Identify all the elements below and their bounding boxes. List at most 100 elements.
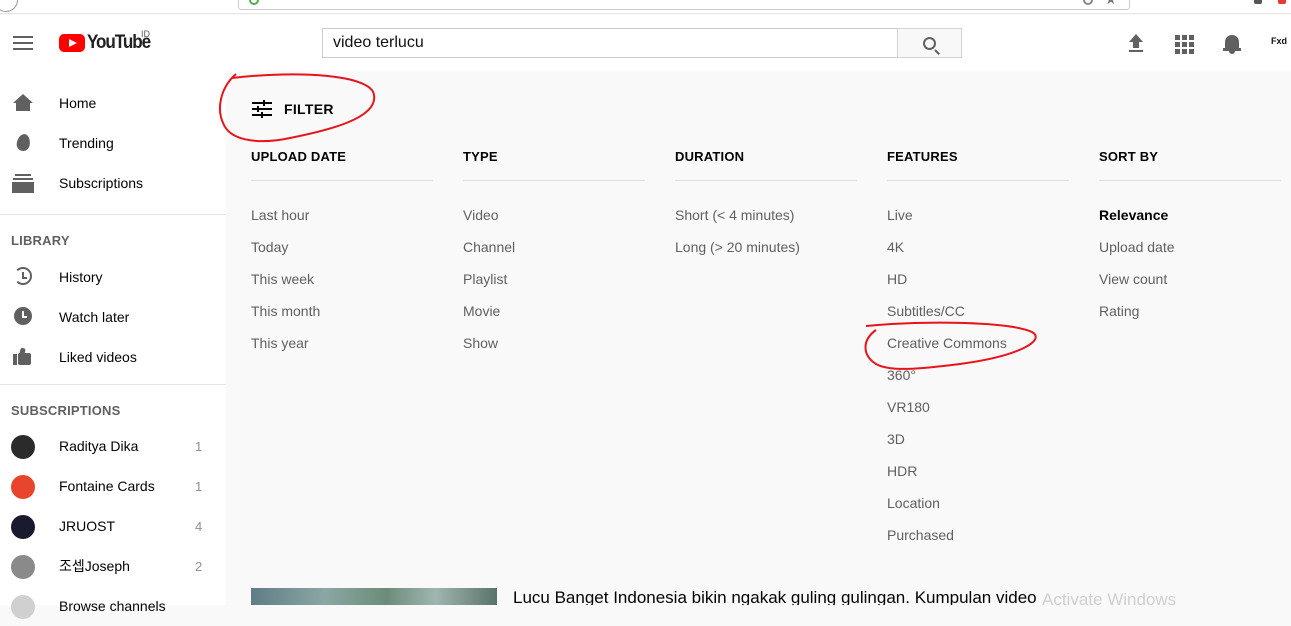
sidebar-item-label: Trending [59, 135, 114, 151]
tune-icon [252, 100, 272, 118]
subscription-count: 1 [195, 438, 203, 454]
subscriptions-header: SUBSCRIPTIONS [11, 403, 121, 418]
search-input[interactable]: video terlucu [322, 28, 898, 58]
apps-grid-icon[interactable] [1172, 32, 1196, 56]
secure-icon [249, 0, 259, 5]
country-code: ID [141, 29, 150, 39]
filter-button[interactable]: FILTER [252, 95, 334, 123]
filter-column-sort-by: SORT BY Relevance Upload date View count Rat… [1099, 149, 1281, 327]
subscription-jruost[interactable]: JRUOST 4 [0, 506, 226, 546]
result-thumbnail[interactable] [251, 588, 497, 605]
filter-option[interactable]: HDR [887, 455, 1069, 487]
result-title[interactable]: Lucu Banget Indonesia bikin ngakak gulin… [513, 588, 1037, 605]
filter-option[interactable]: View count [1099, 263, 1281, 295]
sidebar-item-label: Subscriptions [59, 175, 144, 191]
filter-option[interactable]: Live [887, 199, 1069, 231]
browser-zoom-icon[interactable] [1083, 0, 1093, 5]
filter-option[interactable]: Last hour [251, 199, 433, 231]
subscriptions-icon [12, 173, 34, 193]
channel-avatar [11, 555, 35, 579]
sidebar-item-label: Home [59, 95, 97, 111]
sidebar-item-watch-later[interactable]: Watch later [0, 297, 226, 337]
subscription-fontaine-cards[interactable]: Fontaine Cards 1 [0, 466, 226, 506]
filter-option[interactable]: Purchased [887, 519, 1069, 551]
subscription-label: Raditya Dika [59, 438, 139, 454]
search-icon [923, 36, 936, 50]
browser-back-icon[interactable] [0, 0, 18, 12]
hamburger-menu-icon[interactable] [13, 36, 33, 50]
filter-column-header: TYPE [463, 149, 645, 181]
browser-star-icon[interactable]: ★ [1104, 0, 1117, 6]
filter-option[interactable]: Short (< 4 minutes) [675, 199, 857, 231]
search-results-main: FILTER UPLOAD DATE Last hour Today This wee… [226, 71, 1291, 605]
subscription-raditya-dika[interactable]: Raditya Dika 1 [0, 426, 226, 466]
sidebar-item-label: Liked videos [59, 349, 137, 365]
channel-avatar [11, 515, 35, 539]
sidebar-item-liked-videos[interactable]: Liked videos [0, 337, 226, 377]
sidebar-item-trending[interactable]: Trending [0, 123, 226, 163]
filter-option[interactable]: Long (> 20 minutes) [675, 231, 857, 263]
masthead: YouTube ID video terlucu Fxd [0, 15, 1291, 71]
youtube-logo[interactable]: YouTube ID [59, 29, 157, 54]
sidebar-divider [0, 384, 226, 385]
filter-option[interactable]: VR180 [887, 391, 1069, 423]
browser-extension-icon[interactable] [1254, 0, 1262, 4]
subscription-label: JRUOST [59, 518, 115, 534]
browse-channels-icon [11, 595, 35, 619]
subscription-count: 4 [195, 518, 203, 534]
subscription-joseph[interactable]: 조셉Joseph 2 [0, 546, 226, 586]
filter-option[interactable]: Subtitles/CC [887, 295, 1069, 327]
subscription-label: 조셉Joseph [59, 558, 130, 574]
fire-icon [15, 133, 37, 153]
filter-option[interactable]: Playlist [463, 263, 645, 295]
filter-option[interactable]: Rating [1099, 295, 1281, 327]
account-avatar[interactable]: Fxd [1271, 36, 1287, 46]
filter-option[interactable]: Channel [463, 231, 645, 263]
filter-option[interactable]: Show [463, 327, 645, 359]
search-button[interactable] [897, 28, 962, 58]
thumbs-up-icon [12, 347, 34, 367]
filter-column-header: UPLOAD DATE [251, 149, 433, 181]
filter-option[interactable]: Location [887, 487, 1069, 519]
filter-option[interactable]: This week [251, 263, 433, 295]
sidebar-item-home[interactable]: Home [0, 83, 226, 123]
filter-option[interactable]: This month [251, 295, 433, 327]
filter-option[interactable]: Movie [463, 295, 645, 327]
subscription-count: 1 [195, 478, 203, 494]
filter-option[interactable]: Relevance [1099, 199, 1281, 231]
filter-label: FILTER [284, 101, 334, 117]
sidebar-item-label: History [59, 269, 103, 285]
filter-option[interactable]: Creative Commons [887, 327, 1069, 359]
upload-icon[interactable] [1124, 32, 1148, 56]
activate-windows-watermark: Activate Windows [1042, 590, 1177, 609]
subscription-count: 2 [195, 558, 203, 574]
sidebar-item-subscriptions[interactable]: Subscriptions [0, 163, 226, 203]
browser-menu-icon[interactable] [1278, 0, 1286, 4]
filter-option[interactable]: Video [463, 199, 645, 231]
filter-column-header: FEATURES [887, 149, 1069, 181]
filter-option[interactable]: Upload date [1099, 231, 1281, 263]
notifications-bell-icon[interactable] [1220, 32, 1244, 56]
filter-option[interactable]: 4K [887, 231, 1069, 263]
filter-option[interactable]: 360° [887, 359, 1069, 391]
browser-address-bar[interactable]: ★ [238, 0, 1130, 10]
sidebar-item-history[interactable]: History [0, 257, 226, 297]
sidebar-item-label: Watch later [59, 309, 130, 325]
filter-column-type: TYPE Video Channel Playlist Movie Show [463, 149, 645, 359]
filter-column-duration: DURATION Short (< 4 minutes) Long (> 20 mi… [675, 149, 857, 263]
filter-column-header: DURATION [675, 149, 857, 181]
clock-icon [12, 307, 34, 327]
channel-avatar [11, 475, 35, 499]
filter-option[interactable]: Today [251, 231, 433, 263]
filter-option[interactable]: 3D [887, 423, 1069, 455]
filter-column-upload-date: UPLOAD DATE Last hour Today This week This m… [251, 149, 433, 359]
filter-option[interactable]: HD [887, 263, 1069, 295]
subscription-label: Fontaine Cards [59, 478, 155, 494]
youtube-play-icon [59, 34, 85, 52]
home-icon [12, 93, 34, 113]
filter-column-header: SORT BY [1099, 149, 1281, 181]
sidebar-item-browse-channels[interactable]: Browse channels [0, 586, 226, 626]
browser-toolbar: ★ [0, 0, 1291, 14]
filter-option[interactable]: This year [251, 327, 433, 359]
filter-column-features: FEATURES Live 4K HD Subtitles/CC Creative Com… [887, 149, 1069, 551]
